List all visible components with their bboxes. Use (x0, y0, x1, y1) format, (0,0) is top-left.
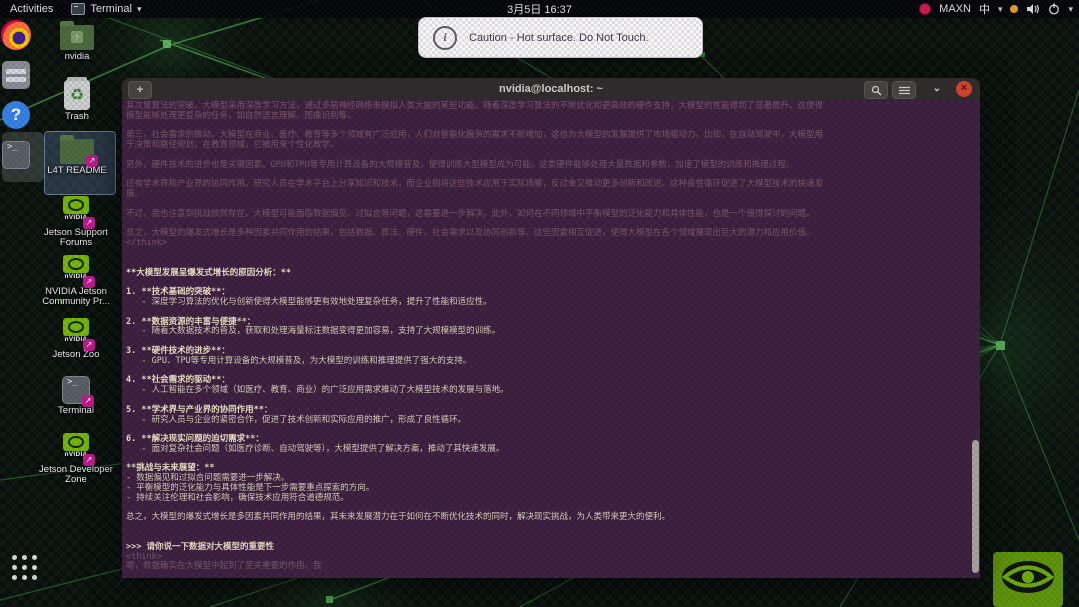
nvidia-shortcut-icon: nVIDIA ↗ (61, 255, 91, 285)
minimize-button[interactable]: ⌄ (932, 84, 942, 94)
terminal-line: 于决策和路径规划；在教育领域，它被用来个性化教学。 (126, 141, 968, 151)
info-icon: i (433, 26, 457, 50)
power-mode-label[interactable]: MAXN (939, 3, 971, 15)
terminal-scrollbar-thumb[interactable] (972, 440, 979, 573)
terminal-line (126, 278, 968, 288)
notification-message: Caution - Hot surface. Do Not Touch. (469, 32, 649, 44)
nvidia-shortcut-icon: nVIDIA ↗ (61, 433, 91, 463)
desktop-icon-nvidia-folder[interactable]: ↑ nvidia (38, 20, 116, 62)
terminal-line: >>> 请你说一下数据对大模型的重要性 (126, 543, 968, 553)
desktop-icon-jetson-support-forums[interactable]: nVIDIA ↗ Jetson Support Forums (37, 196, 115, 248)
terminal-line: - 深度学习算法的优化与创新使得大模型能够更有效地处理复杂任务，提升了性能和适应… (126, 298, 968, 308)
search-icon (871, 85, 882, 96)
shortcut-arrow-badge: ↗ (82, 395, 94, 407)
terminal-line: - GPU、TPU等专用计算设备的大规模普及，为大模型的训练和推理提供了强大的支… (126, 357, 968, 367)
terminal-line: 还有学术界和产业界的协同作用。研究人员在学术平台上分享知识和技术，而企业则将这些… (126, 180, 968, 190)
app-menu-label: Terminal (90, 3, 132, 15)
terminal-line (126, 337, 968, 347)
terminal-line: - 面对复杂社会问题（如医疗诊断、自动驾驶等），大模型提供了解决方案，推动了其快… (126, 445, 968, 455)
trash-icon: ♻ (64, 80, 90, 110)
volume-icon[interactable] (1026, 3, 1040, 15)
folder-icon: ↗ (60, 139, 94, 164)
terminal-line (126, 523, 968, 533)
firefox-icon (1, 20, 31, 50)
desktop-icon-nvidia-jetson-community[interactable]: nVIDIA ↗ NVIDIA Jetson Community Pr... (37, 255, 115, 307)
close-button[interactable]: × (956, 81, 972, 97)
hamburger-icon (899, 86, 910, 95)
top-bar: Activities Terminal ▾ 3月5日 16:37 MAXN 中 … (0, 0, 1079, 18)
terminal-app-icon (71, 3, 85, 15)
clock[interactable]: 3月5日 16:37 (507, 4, 572, 16)
terminal-line: 总之，大模型的爆发式增长是多因素共同作用的结果，其未来发展潜力在于如何在不断优化… (126, 513, 968, 523)
terminal-line: - 持续关注伦理和社会影响，确保技术应用符合道德规范。 (126, 494, 968, 504)
terminal-titlebar[interactable]: + nvidia@localhost: ~ ⌄ × (122, 78, 980, 100)
activities-button[interactable]: Activities (10, 3, 53, 15)
dock-item-files[interactable] (0, 61, 42, 89)
desktop-icon-trash[interactable]: ♻ Trash (38, 80, 116, 122)
menu-button[interactable] (892, 81, 916, 99)
terminal-line (126, 367, 968, 377)
nvidia-shortcut-icon: nVIDIA ↗ (61, 318, 91, 348)
show-applications-button[interactable] (12, 555, 38, 581)
shortcut-arrow-badge: ↗ (83, 217, 95, 229)
chevron-down-icon: ▾ (998, 4, 1003, 15)
terminal-icon: >_ (2, 141, 30, 169)
status-dot-icon (1010, 5, 1018, 13)
new-tab-button[interactable]: + (128, 81, 152, 99)
terminal-line: 展。 (126, 190, 968, 200)
nvidia-logo (993, 552, 1063, 607)
terminal-line: **大模型发展呈爆发式增长的原因分析：** (126, 269, 968, 279)
shortcut-arrow-badge: ↗ (83, 454, 95, 466)
shortcut-arrow-badge: ↗ (83, 339, 95, 351)
terminal-line: </think> (126, 239, 968, 249)
power-icon[interactable] (1048, 3, 1060, 15)
terminal-line: - 研究人员与企业的紧密合作，促进了技术创新和实际应用的推广，形成了良性循环。 (126, 416, 968, 426)
dock-item-firefox[interactable] (0, 20, 42, 50)
nvidia-shortcut-icon: nVIDIA ↗ (61, 196, 91, 226)
terminal-line (126, 249, 968, 259)
terminal-window: + nvidia@localhost: ~ ⌄ × 其次是算法的突破。大模型采用… (122, 78, 980, 578)
chevron-down-icon[interactable]: ▾ (1068, 4, 1073, 15)
terminal-line: 嗯，数据确实在大模型中起到了至关重要的作用。我 (126, 562, 968, 572)
files-icon (2, 61, 30, 89)
terminal-line: 另外，硬件技术的进步也是关键因素。GPU和TPU等专用计算设备的大规模普及，使得… (126, 161, 968, 171)
terminal-line: 模型能够处理更复杂的任务，如自然语言理解、图像识别等。 (126, 112, 968, 122)
desktop-icon-jetson-developer-zone[interactable]: nVIDIA ↗ Jetson Developer Zone (37, 433, 115, 485)
terminal-line: - 人工智能在多个领域（如医疗、教育、商业）的广泛应用需求推动了大模型技术的发展… (126, 386, 968, 396)
desktop-icon-terminal-shortcut[interactable]: >_ ↗ Terminal (37, 376, 115, 416)
dock-item-terminal[interactable]: >_ (0, 141, 42, 169)
folder-icon: ↑ (60, 25, 94, 50)
search-button[interactable] (864, 81, 888, 99)
chevron-down-icon: ▾ (137, 4, 142, 15)
terminal-output: 其次是算法的突破。大模型采用深度学习方法，通过多层神经网络来模拟人类大脑的某些功… (126, 102, 968, 572)
shortcut-arrow-badge: ↗ (83, 276, 95, 288)
help-icon: ? (2, 101, 30, 129)
shortcut-arrow-badge: ↗ (86, 155, 98, 167)
terminal-line: 不过，我也注意到挑战依然存在。大模型可能面临数据偏见、过拟合等问题，这需要进一步… (126, 210, 968, 220)
terminal-line: - 随着大数据技术的普及，获取和处理海量标注数据变得更加容易，支持了大规模模型的… (126, 327, 968, 337)
dock-item-help[interactable]: ? (0, 101, 42, 129)
terminal-body[interactable]: 其次是算法的突破。大模型采用深度学习方法，通过多层神经网络来模拟人类大脑的某些功… (122, 100, 980, 578)
app-menu[interactable]: Terminal ▾ (71, 3, 141, 15)
terminal-line (126, 455, 968, 465)
power-mode-icon (919, 3, 931, 15)
terminal-line: 总之，大模型的爆发式增长是多种因素共同作用的结果，包括数据、算法、硬件、社会需求… (126, 229, 968, 239)
desktop-icon-l4t-readme[interactable]: ↗ L4T README (38, 134, 116, 176)
window-title: nvidia@localhost: ~ (499, 83, 603, 95)
notification-toast[interactable]: i Caution - Hot surface. Do Not Touch. (418, 17, 703, 58)
desktop-icon-jetson-zoo[interactable]: nVIDIA ↗ Jetson Zoo (37, 318, 115, 360)
input-method-indicator[interactable]: 中 (979, 1, 990, 17)
